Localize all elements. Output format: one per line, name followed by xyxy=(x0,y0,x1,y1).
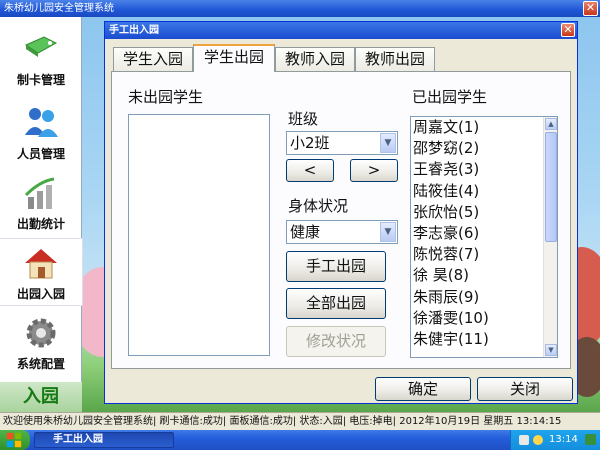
list-item[interactable]: 徐潘雯(10) xyxy=(411,308,557,329)
taskbar-item-manual-entry-exit[interactable]: 手工出入园 xyxy=(34,432,174,448)
tab-student-exit[interactable]: 学生出园 xyxy=(193,44,275,72)
list-item[interactable]: 周嘉文(1) xyxy=(411,117,557,138)
dialog-titlebar: 手工出入园 ✕ xyxy=(105,22,577,39)
scroll-thumb[interactable] xyxy=(545,132,557,242)
ok-button[interactable]: 确定 xyxy=(375,377,471,401)
gear-icon xyxy=(26,318,56,348)
list-item[interactable]: 张欣怡(5) xyxy=(411,202,557,223)
volume-icon[interactable] xyxy=(533,435,543,445)
sidebar-item-label: 人员管理 xyxy=(16,147,65,161)
taskbar-item-label: 手工出入园 xyxy=(53,434,103,445)
sidebar-item-card-management[interactable]: 制卡管理 xyxy=(0,25,82,91)
sidebar-item-attendance[interactable]: 出勤统计 xyxy=(0,169,82,235)
health-status-label: 身体状况 xyxy=(288,197,349,215)
app-close-button[interactable]: ✕ xyxy=(583,1,598,16)
start-button[interactable] xyxy=(0,430,30,450)
status-bar: 欢迎使用朱桥幼儿园安全管理系统| 刷卡通信:成功| 面板通信:成功| 状态:入园… xyxy=(0,412,600,430)
prev-class-button[interactable]: < xyxy=(286,159,334,182)
people-icon xyxy=(25,108,58,137)
health-status-value: 健康 xyxy=(290,223,321,241)
not-exited-label: 未出园学生 xyxy=(128,88,204,106)
app-titlebar: 朱桥幼儿园安全管理系统 ✕ xyxy=(0,0,600,17)
dialog-title: 手工出入园 xyxy=(109,25,159,36)
list-item[interactable]: 陈悦蓉(7) xyxy=(411,244,557,265)
list-item[interactable]: 徐 昊(8) xyxy=(411,265,557,286)
windows-logo-icon xyxy=(6,432,22,448)
manual-exit-button[interactable]: 手工出园 xyxy=(286,251,386,282)
exited-student-list[interactable]: 周嘉文(1) 邵梦窈(2) 王睿尧(3) 陆筱佳(4) 张欣怡(5) 李志豪(6… xyxy=(410,116,558,358)
sidebar-item-personnel[interactable]: 人员管理 xyxy=(0,99,82,165)
tab-teacher-exit[interactable]: 教师出园 xyxy=(355,47,435,71)
exited-label: 已出园学生 xyxy=(412,88,488,106)
health-status-select[interactable]: 健康 ▼ xyxy=(286,220,398,244)
card-tag-icon xyxy=(24,36,58,57)
list-item[interactable]: 朱雨辰(9) xyxy=(411,287,557,308)
sidebar-item-label: 出园入园 xyxy=(16,287,65,301)
list-item[interactable]: 邵梦窈(2) xyxy=(411,138,557,159)
tab-panel: 未出园学生 班级 小2班 ▼ < > 身体状况 健康 ▼ 手工出园 全部出园 修… xyxy=(111,71,571,369)
next-class-button[interactable]: > xyxy=(350,159,398,182)
class-select[interactable]: 小2班 ▼ xyxy=(286,131,398,155)
list-item[interactable]: 王睿尧(3) xyxy=(411,159,557,180)
chevron-down-icon[interactable]: ▼ xyxy=(380,222,396,242)
sidebar-item-label: 制卡管理 xyxy=(16,73,65,87)
scroll-down-icon[interactable]: ▼ xyxy=(545,344,557,356)
sidebar-item-entry-exit[interactable]: 出园入园 xyxy=(0,238,83,306)
class-select-value: 小2班 xyxy=(290,134,330,152)
current-mode-label: 入园 xyxy=(0,382,82,412)
status-text: 欢迎使用朱桥幼儿园安全管理系统| 刷卡通信:成功| 面板通信:成功| 状态:入园… xyxy=(3,416,562,427)
app-title: 朱桥幼儿园安全管理系统 xyxy=(4,3,114,14)
tab-teacher-entry[interactable]: 教师入园 xyxy=(275,47,355,71)
modify-status-button[interactable]: 修改状况 xyxy=(286,326,386,357)
house-icon xyxy=(25,249,57,279)
tray-app-icon[interactable] xyxy=(585,434,596,445)
close-button[interactable]: 关闭 xyxy=(477,377,573,401)
list-item[interactable]: 朱健宇(11) xyxy=(411,329,557,350)
scroll-up-icon[interactable]: ▲ xyxy=(545,118,557,130)
dialog-close-icon[interactable]: ✕ xyxy=(561,23,575,37)
sidebar-item-system-config[interactable]: 系统配置 xyxy=(0,309,82,375)
list-scrollbar[interactable]: ▲ ▼ xyxy=(543,117,557,357)
manual-entry-exit-dialog: 手工出入园 ✕ 学生入园 学生出园 教师入园 教师出园 未出园学生 班级 小2班… xyxy=(104,21,578,404)
taskbar: 手工出入园 13:14 xyxy=(0,430,600,450)
system-tray: 13:14 xyxy=(510,430,600,450)
bar-chart-icon xyxy=(24,177,55,209)
all-exit-button[interactable]: 全部出园 xyxy=(286,288,386,319)
sidebar-item-label: 系统配置 xyxy=(16,357,65,371)
sidebar: 制卡管理 人员管理 出勤统计 出园入园 系统配置 入园 xyxy=(0,17,83,412)
network-icon[interactable] xyxy=(519,435,529,445)
tab-student-entry[interactable]: 学生入园 xyxy=(113,47,193,71)
list-item[interactable]: 陆筱佳(4) xyxy=(411,181,557,202)
clock[interactable]: 13:14 xyxy=(549,430,578,450)
not-exited-student-list[interactable] xyxy=(128,114,270,356)
chevron-down-icon[interactable]: ▼ xyxy=(380,133,396,153)
list-item[interactable]: 李志豪(6) xyxy=(411,223,557,244)
sidebar-item-label: 出勤统计 xyxy=(16,217,65,231)
class-label: 班级 xyxy=(288,110,319,128)
